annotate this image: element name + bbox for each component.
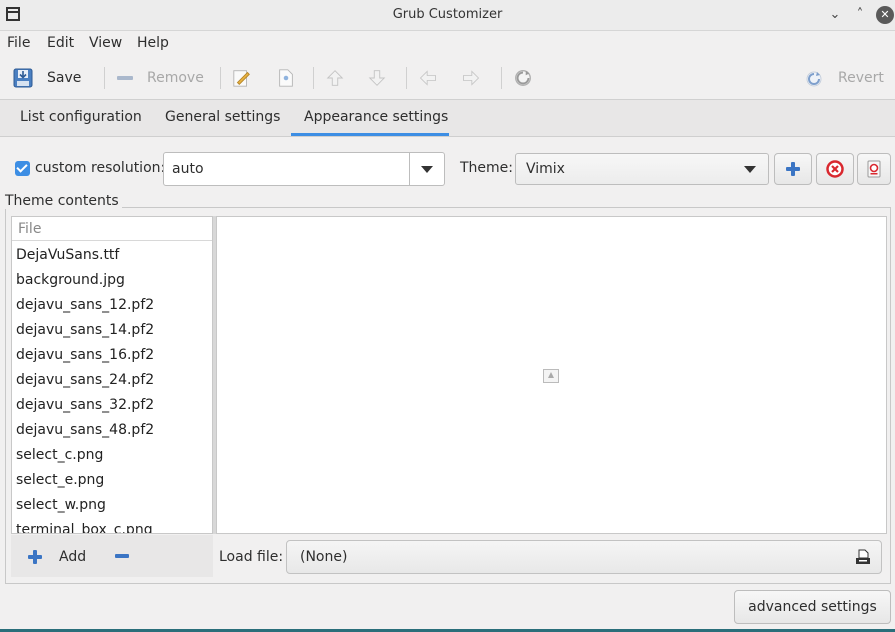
maximize-icon[interactable]: ˄: [851, 6, 869, 24]
tab-list-configuration[interactable]: List configuration: [20, 109, 142, 125]
resolution-dropdown-button[interactable]: [409, 153, 444, 185]
advanced-settings-button[interactable]: advanced settings: [734, 590, 891, 624]
save-button[interactable]: Save: [13, 63, 81, 93]
theme-contents-label: Theme contents: [5, 193, 122, 209]
load-file-value: (None): [300, 549, 348, 565]
list-item[interactable]: background.jpg: [16, 272, 125, 288]
list-item[interactable]: DejaVuSans.ttf: [16, 247, 119, 263]
arrow-left-icon: [419, 70, 436, 86]
theme-value: Vimix: [526, 161, 565, 177]
file-actions-bar: Add: [11, 535, 213, 577]
create-entry-button[interactable]: [276, 63, 296, 93]
minimize-icon[interactable]: ⌄: [826, 6, 844, 24]
arrow-up-icon: [326, 70, 344, 86]
tab-bar: List configuration General settings Appe…: [0, 100, 895, 137]
save-icon: [13, 68, 33, 88]
remove-icon: [117, 76, 133, 80]
list-item[interactable]: select_w.png: [16, 497, 106, 513]
move-down-button[interactable]: [367, 63, 387, 93]
load-file-label: Load file:: [219, 549, 284, 565]
add-file-label: Add: [59, 549, 87, 565]
theme-info-button[interactable]: [857, 153, 891, 185]
toolbar-separator: [501, 67, 502, 89]
menu-edit[interactable]: Edit: [47, 35, 74, 51]
resolution-value: auto: [172, 161, 204, 177]
edit-icon: [233, 70, 250, 87]
file-column-header[interactable]: File: [12, 217, 212, 241]
arrow-right-icon: [463, 70, 480, 86]
plus-icon: [786, 162, 800, 176]
list-item[interactable]: select_e.png: [16, 472, 104, 488]
load-file-chooser[interactable]: (None): [286, 540, 882, 574]
menu-view[interactable]: View: [89, 35, 122, 51]
tab-appearance-settings[interactable]: Appearance settings: [304, 109, 448, 125]
menu-bar: File Edit View Help: [0, 31, 895, 57]
move-up-button[interactable]: [325, 63, 345, 93]
list-item[interactable]: select_c.png: [16, 447, 103, 463]
remove-label: Remove: [147, 70, 204, 86]
new-entry-icon: [279, 69, 293, 87]
arrow-down-icon: [368, 70, 386, 86]
active-tab-indicator: [291, 133, 449, 136]
chevron-down-icon: [744, 166, 756, 173]
list-item[interactable]: dejavu_sans_16.pf2: [16, 347, 154, 363]
document-icon: [867, 160, 881, 178]
list-item[interactable]: dejavu_sans_24.pf2: [16, 372, 154, 388]
reload-button[interactable]: [513, 63, 533, 93]
remove-file-button[interactable]: [115, 549, 131, 563]
toolbar-separator: [104, 67, 105, 89]
revert-icon: [806, 71, 822, 87]
toolbar-separator: [406, 67, 407, 89]
move-right-button[interactable]: [461, 63, 481, 93]
minus-icon: [115, 554, 129, 558]
theme-label: Theme:: [460, 160, 514, 176]
add-theme-button[interactable]: [774, 153, 812, 185]
title-bar: Grub Customizer ⌄ ˄ ✕: [0, 0, 895, 31]
custom-resolution-checkbox[interactable]: [15, 161, 30, 176]
close-icon[interactable]: ✕: [876, 6, 894, 24]
list-item[interactable]: dejavu_sans_48.pf2: [16, 422, 154, 438]
remove-button[interactable]: Remove: [117, 63, 204, 93]
list-item[interactable]: dejavu_sans_14.pf2: [16, 322, 154, 338]
add-file-button[interactable]: Add: [28, 549, 86, 565]
broken-image-icon: [543, 369, 559, 383]
revert-button[interactable]: Revert: [804, 63, 884, 93]
tab-general-settings[interactable]: General settings: [165, 109, 280, 125]
resolution-combobox[interactable]: auto: [163, 152, 445, 186]
chevron-down-icon: [421, 166, 433, 173]
list-item[interactable]: dejavu_sans_32.pf2: [16, 397, 154, 413]
delete-circle-icon: [826, 160, 844, 178]
toolbar-separator: [313, 67, 314, 89]
save-label: Save: [47, 70, 82, 86]
menu-help[interactable]: Help: [137, 35, 169, 51]
window-title: Grub Customizer: [392, 7, 503, 22]
toolbar: Save Remove Revert: [0, 57, 895, 100]
theme-combobox[interactable]: Vimix: [515, 153, 769, 185]
theme-file-list[interactable]: File DejaVuSans.ttf background.jpg dejav…: [11, 216, 213, 534]
plus-icon: [28, 550, 42, 564]
menu-file[interactable]: File: [7, 35, 30, 51]
remove-theme-button[interactable]: [816, 153, 854, 185]
move-left-button[interactable]: [418, 63, 438, 93]
toolbar-separator: [220, 67, 221, 89]
custom-resolution-label: custom resolution:: [35, 160, 166, 176]
theme-file-preview: [216, 216, 887, 534]
edit-entry-button[interactable]: [232, 63, 252, 93]
folder-open-icon: [856, 549, 870, 564]
revert-label: Revert: [838, 70, 884, 86]
list-item[interactable]: dejavu_sans_12.pf2: [16, 297, 154, 313]
list-item[interactable]: terminal_box_c.png: [16, 522, 153, 533]
reload-icon: [515, 70, 531, 86]
